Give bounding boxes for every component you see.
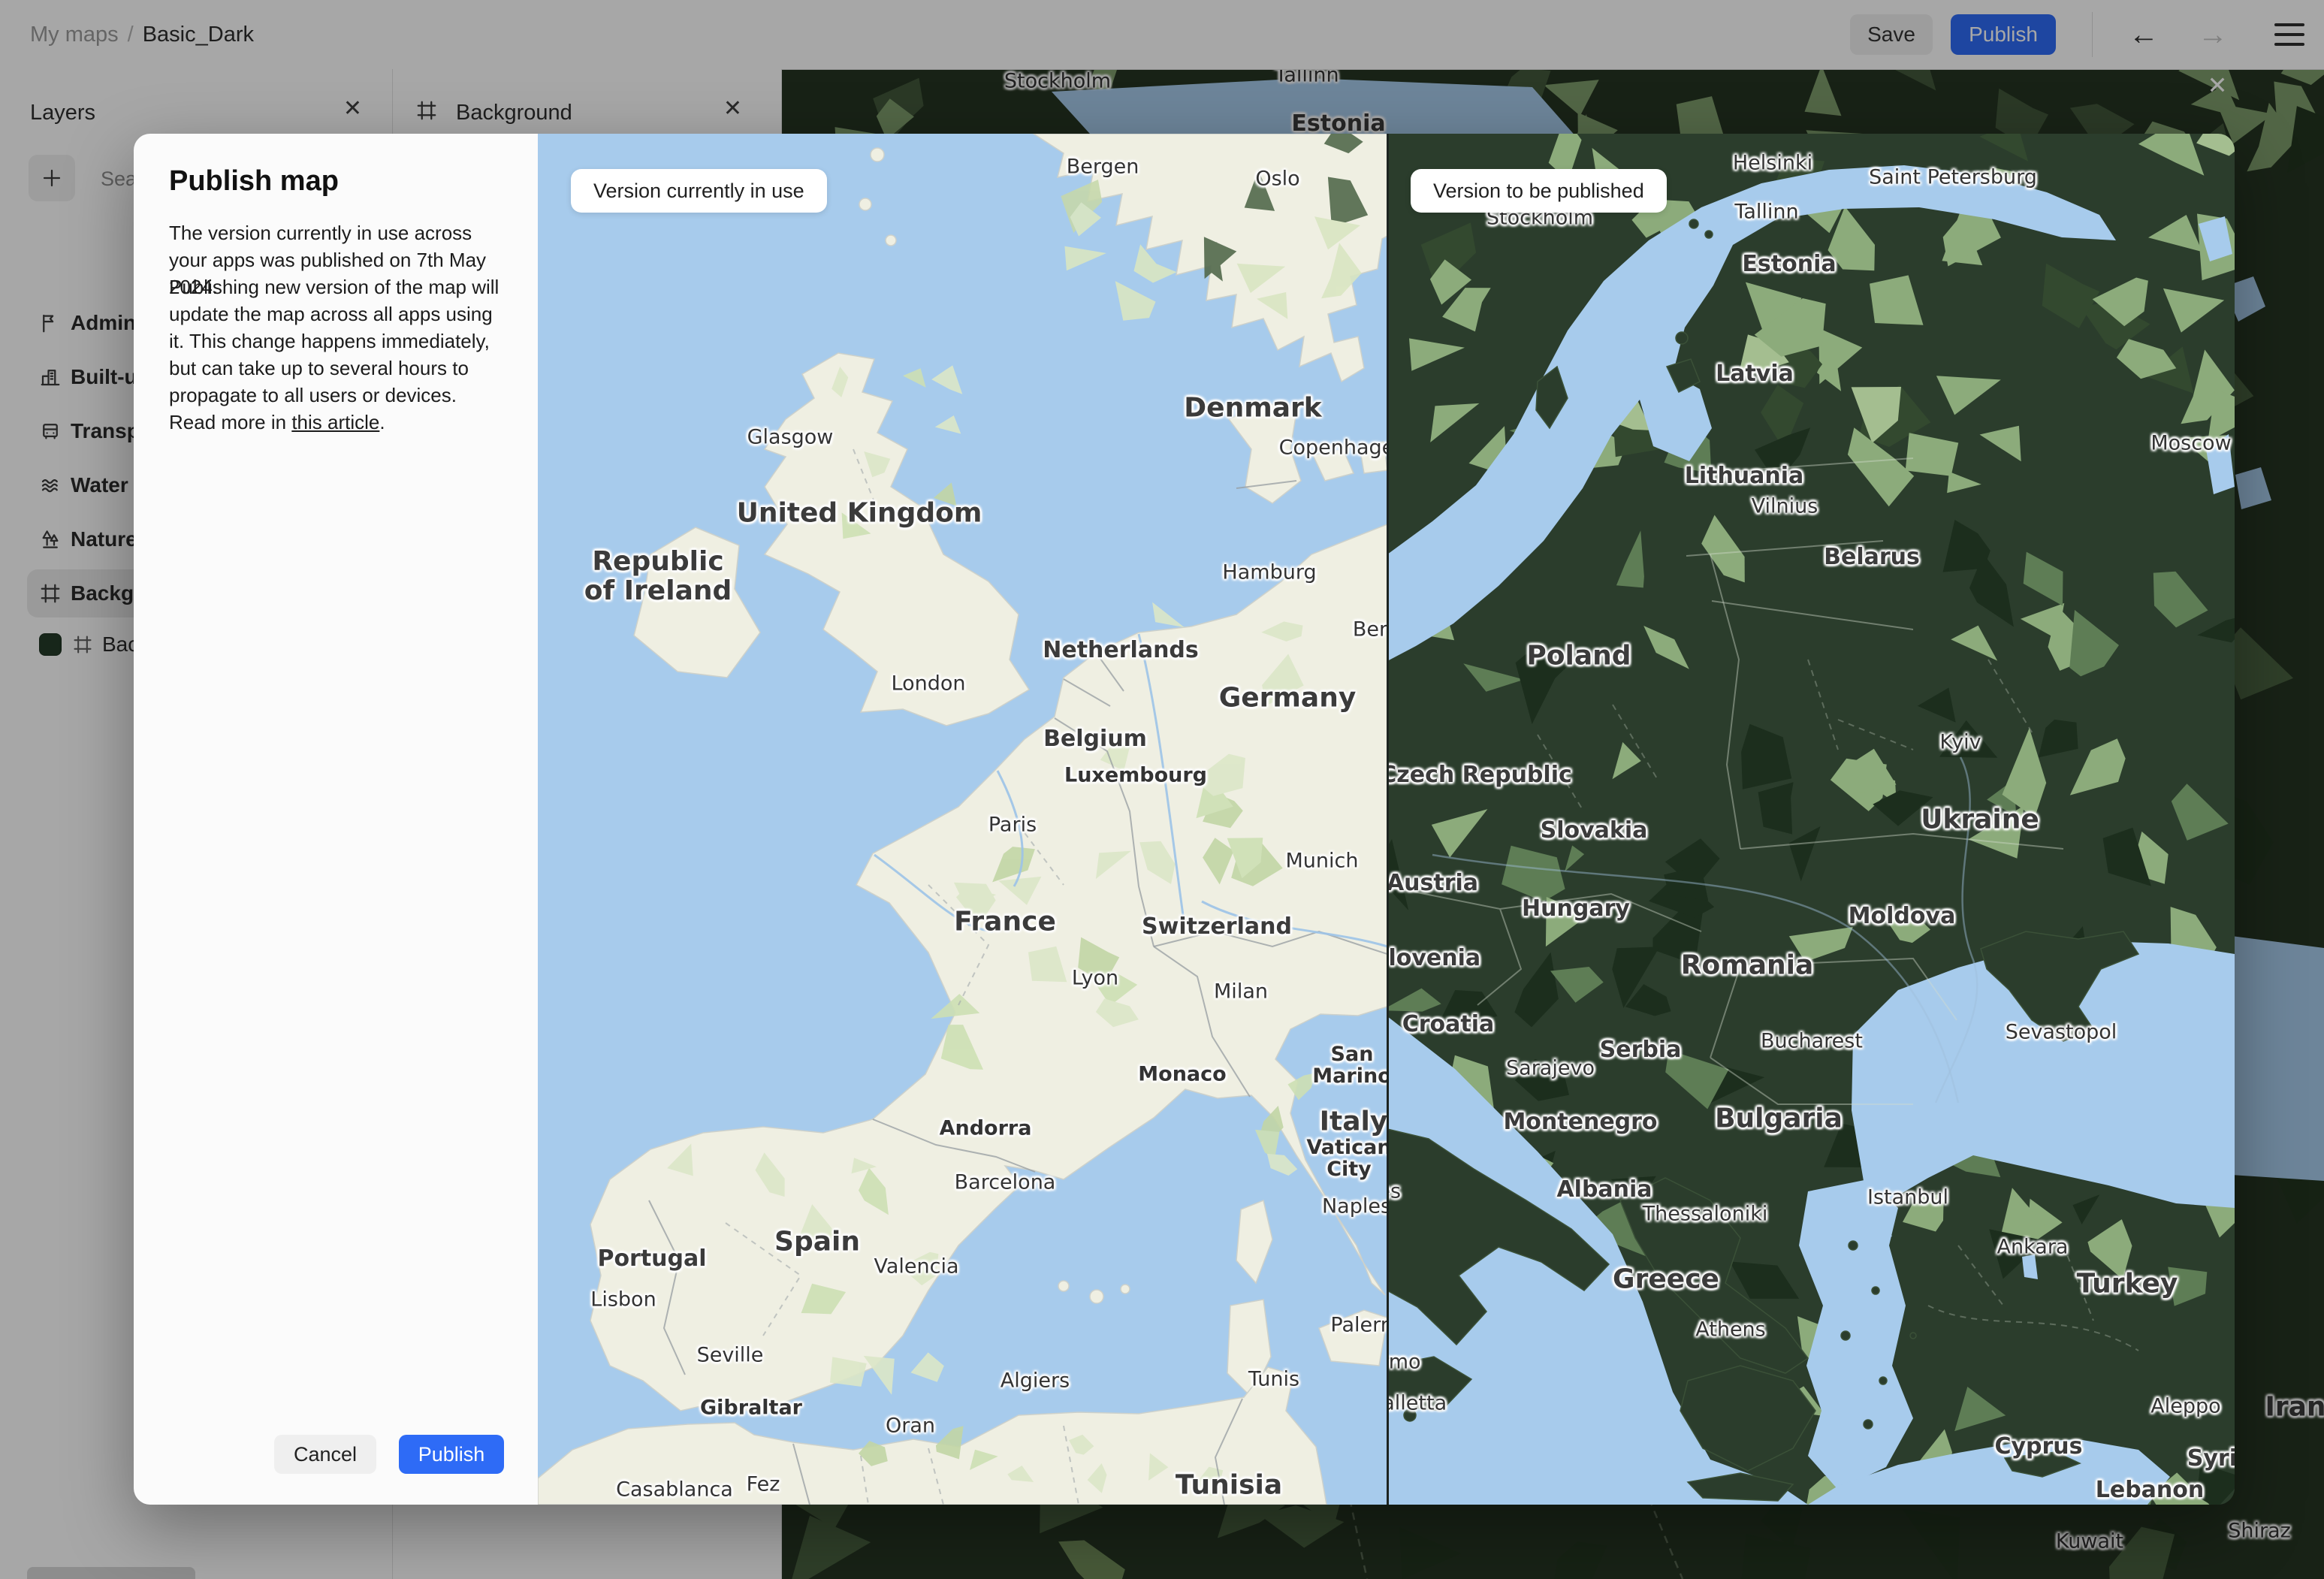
publish-dialog: Publish map The version currently in use… [134,134,538,1505]
compare-divider [1387,134,1389,1505]
publish-confirm-button[interactable]: Publish [399,1435,504,1474]
map-pane-current-version[interactable]: BergenOsloGlasgowDenmarkCopenhagenUnited… [538,134,1387,1505]
dialog-footer: Cancel Publish [274,1435,504,1474]
this-article-link[interactable]: this article [291,411,379,433]
dialog-paragraph-2: Publishing new version of the map will u… [169,273,509,436]
dialog-paragraph-2-period: . [379,411,385,433]
dialog-title: Publish map [169,165,339,197]
publish-modal: Publish map The version currently in use… [134,134,2235,1505]
new-version-badge: Version to be published [1411,169,1667,213]
app-window: My maps / Basic_Dark Save Publish ← → La… [0,0,2324,1579]
current-version-badge: Version currently in use [571,169,827,213]
cancel-button[interactable]: Cancel [274,1435,376,1474]
map-pane-new-version[interactable]: Helsinki Saint Petersburg Stockholm Tallinn… [1387,134,2235,1505]
dialog-paragraph-2-text: Publishing new version of the map will u… [169,276,500,433]
